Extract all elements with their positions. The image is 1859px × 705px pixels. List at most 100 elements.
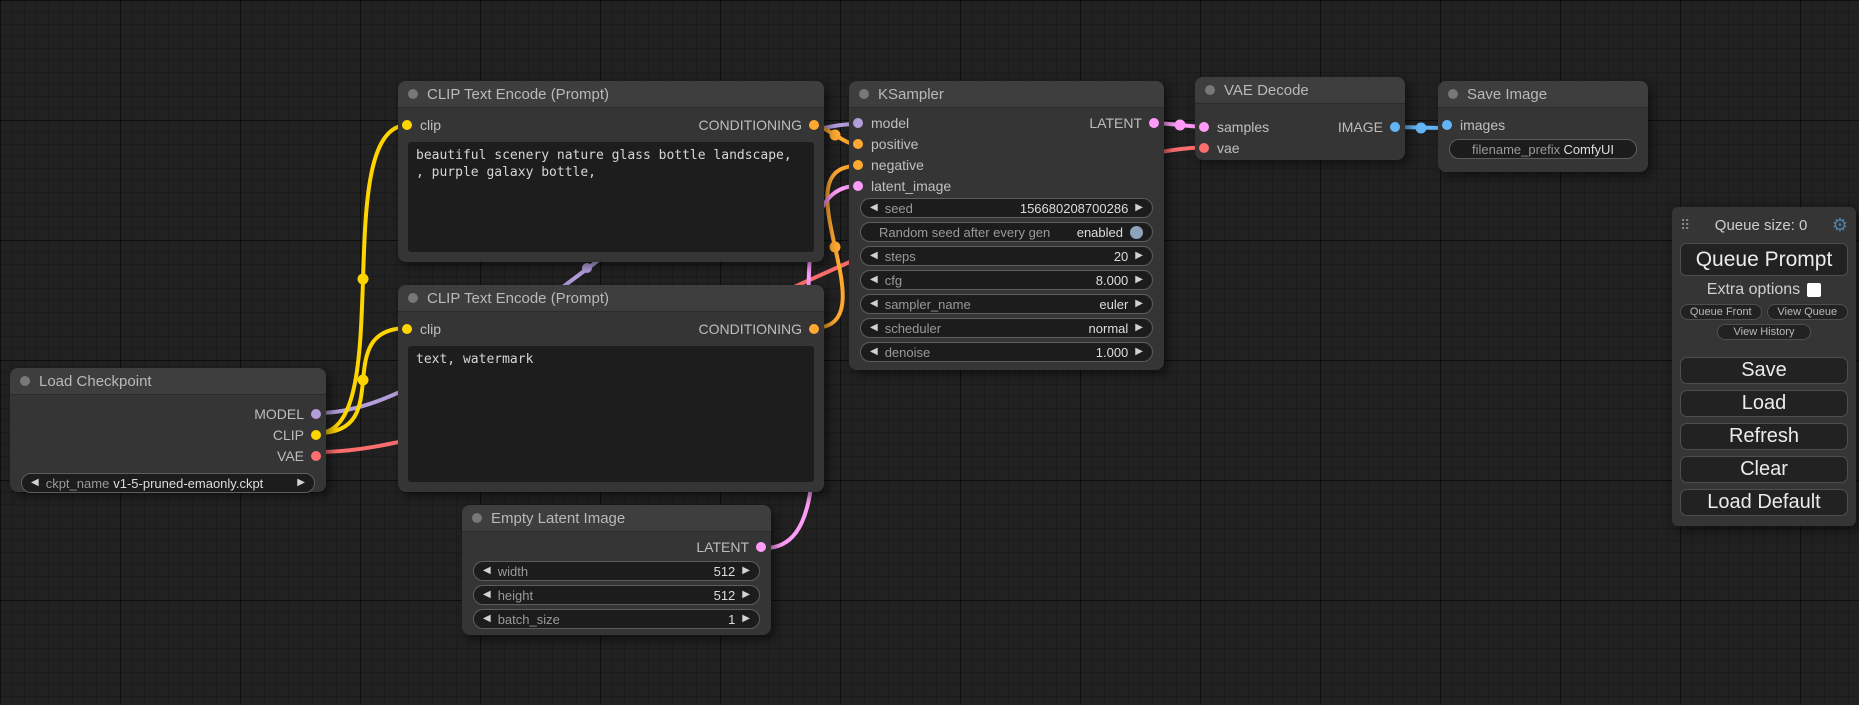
node-header[interactable]: Load Checkpoint	[10, 368, 326, 395]
random-seed-toggle-widget[interactable]: Random seed after every gen enabled	[860, 222, 1153, 242]
sampler-name-widget[interactable]: ◀ sampler_name euler ▶	[860, 294, 1153, 314]
output-label-vae: VAE	[277, 448, 304, 464]
latent-output-dot[interactable]	[1149, 118, 1159, 128]
vae-input-dot[interactable]	[1199, 143, 1209, 153]
clip-input-dot[interactable]	[402, 120, 412, 130]
save-button[interactable]: Save	[1680, 357, 1848, 384]
increment-arrow-icon[interactable]: ▶	[1135, 251, 1143, 261]
node-header[interactable]: VAE Decode	[1195, 77, 1405, 104]
input-label-clip: clip	[420, 117, 441, 133]
images-input-dot[interactable]	[1442, 120, 1452, 130]
queue-front-button[interactable]: Queue Front	[1680, 304, 1762, 320]
drag-handle-icon[interactable]: ⠿	[1680, 217, 1690, 234]
decrement-arrow-icon[interactable]: ◀	[483, 590, 491, 600]
decrement-arrow-icon[interactable]: ◀	[870, 251, 878, 261]
view-queue-button[interactable]: View Queue	[1767, 304, 1849, 320]
collapse-dot-icon[interactable]	[408, 89, 418, 99]
node-clip-text-encode-negative[interactable]: CLIP Text Encode (Prompt) clip CONDITION…	[398, 285, 824, 492]
model-input-dot[interactable]	[853, 118, 863, 128]
collapse-dot-icon[interactable]	[1448, 89, 1458, 99]
view-history-button[interactable]: View History	[1717, 324, 1811, 340]
latent-image-input-dot[interactable]	[853, 181, 863, 191]
node-ksampler[interactable]: KSampler model LATENT positive negative …	[849, 81, 1164, 370]
clip-output-dot[interactable]	[311, 430, 321, 440]
load-button[interactable]: Load	[1680, 390, 1848, 417]
slot-row-images: images	[1438, 114, 1648, 136]
decrement-arrow-icon[interactable]: ◀	[870, 323, 878, 333]
model-output-dot[interactable]	[311, 409, 321, 419]
input-label-clip: clip	[420, 321, 441, 337]
comfyui-canvas[interactable]: { "icons": { "left_arrow": "◀", "right_a…	[0, 0, 1859, 705]
refresh-button[interactable]: Refresh	[1680, 423, 1848, 450]
gear-icon[interactable]: ⚙	[1832, 216, 1848, 234]
node-clip-text-encode-positive[interactable]: CLIP Text Encode (Prompt) clip CONDITION…	[398, 81, 824, 262]
clip-input-dot[interactable]	[402, 324, 412, 334]
node-vae-decode[interactable]: VAE Decode samples IMAGE vae	[1195, 77, 1405, 160]
decrement-arrow-icon[interactable]: ◀	[870, 347, 878, 357]
filename-prefix-widget[interactable]: filename_prefix ComfyUI	[1449, 139, 1637, 159]
toggle-enabled-icon[interactable]	[1130, 226, 1143, 239]
node-empty-latent-image[interactable]: Empty Latent Image LATENT ◀ width 512 ▶ …	[462, 505, 771, 635]
collapse-dot-icon[interactable]	[1205, 85, 1215, 95]
negative-input-dot[interactable]	[853, 160, 863, 170]
steps-widget[interactable]: ◀ steps 20 ▶	[860, 246, 1153, 266]
decrement-arrow-icon[interactable]: ◀	[31, 478, 39, 488]
node-title: CLIP Text Encode (Prompt)	[427, 290, 609, 307]
samples-input-dot[interactable]	[1199, 122, 1209, 132]
node-header[interactable]: Save Image	[1438, 81, 1648, 108]
slot-row-negative: negative	[849, 154, 1164, 175]
node-header[interactable]: CLIP Text Encode (Prompt)	[398, 81, 824, 108]
node-header[interactable]: CLIP Text Encode (Prompt)	[398, 285, 824, 312]
height-widget[interactable]: ◀ height 512 ▶	[473, 585, 760, 605]
ckpt-name-widget[interactable]: ◀ ckpt_name v1-5-pruned-emaonly.ckpt ▶	[21, 473, 315, 493]
collapse-dot-icon[interactable]	[472, 513, 482, 523]
positive-input-dot[interactable]	[853, 139, 863, 149]
collapse-dot-icon[interactable]	[20, 376, 30, 386]
seed-widget[interactable]: ◀ seed 156680208700286 ▶	[860, 198, 1153, 218]
increment-arrow-icon[interactable]: ▶	[1135, 299, 1143, 309]
collapse-dot-icon[interactable]	[859, 89, 869, 99]
increment-arrow-icon[interactable]: ▶	[742, 566, 750, 576]
decrement-arrow-icon[interactable]: ◀	[870, 203, 878, 213]
extra-options-checkbox[interactable]	[1807, 283, 1821, 297]
increment-arrow-icon[interactable]: ▶	[1135, 347, 1143, 357]
increment-arrow-icon[interactable]: ▶	[1135, 203, 1143, 213]
increment-arrow-icon[interactable]: ▶	[1135, 275, 1143, 285]
slot-row: clip CONDITIONING	[398, 318, 824, 340]
output-label-model: MODEL	[254, 406, 304, 422]
queue-prompt-button[interactable]: Queue Prompt	[1680, 243, 1848, 276]
decrement-arrow-icon[interactable]: ◀	[483, 566, 491, 576]
node-header[interactable]: Empty Latent Image	[462, 505, 771, 532]
batch-size-widget[interactable]: ◀ batch_size 1 ▶	[473, 609, 760, 629]
decrement-arrow-icon[interactable]: ◀	[870, 275, 878, 285]
node-header[interactable]: KSampler	[849, 81, 1164, 108]
node-save-image[interactable]: Save Image images filename_prefix ComfyU…	[1438, 81, 1648, 172]
cfg-widget[interactable]: ◀ cfg 8.000 ▶	[860, 270, 1153, 290]
decrement-arrow-icon[interactable]: ◀	[870, 299, 878, 309]
wire-midpoint-dot	[582, 263, 592, 273]
vae-output-dot[interactable]	[311, 451, 321, 461]
scheduler-widget[interactable]: ◀ scheduler normal ▶	[860, 318, 1153, 338]
clear-button[interactable]: Clear	[1680, 456, 1848, 483]
increment-arrow-icon[interactable]: ▶	[297, 478, 305, 488]
output-label-latent: LATENT	[1089, 115, 1142, 131]
wire-midpoint-dot	[358, 375, 369, 386]
conditioning-output-dot[interactable]	[809, 324, 819, 334]
widget-label: sampler_name	[885, 297, 971, 312]
decrement-arrow-icon[interactable]: ◀	[483, 614, 491, 624]
increment-arrow-icon[interactable]: ▶	[742, 614, 750, 624]
positive-prompt-textarea[interactable]: beautiful scenery nature glass bottle la…	[408, 142, 814, 252]
load-default-button[interactable]: Load Default	[1680, 489, 1848, 516]
latent-output-dot[interactable]	[756, 542, 766, 552]
image-output-dot[interactable]	[1390, 122, 1400, 132]
increment-arrow-icon[interactable]: ▶	[742, 590, 750, 600]
conditioning-output-dot[interactable]	[809, 120, 819, 130]
queue-panel-header: ⠿ Queue size: 0 ⚙	[1680, 214, 1848, 236]
collapse-dot-icon[interactable]	[408, 293, 418, 303]
width-widget[interactable]: ◀ width 512 ▶	[473, 561, 760, 581]
denoise-widget[interactable]: ◀ denoise 1.000 ▶	[860, 342, 1153, 362]
widget-label: height	[498, 588, 533, 603]
node-load-checkpoint[interactable]: Load Checkpoint MODEL CLIP VAE ◀ ckpt_na…	[10, 368, 326, 492]
negative-prompt-textarea[interactable]: text, watermark	[408, 346, 814, 482]
increment-arrow-icon[interactable]: ▶	[1135, 323, 1143, 333]
